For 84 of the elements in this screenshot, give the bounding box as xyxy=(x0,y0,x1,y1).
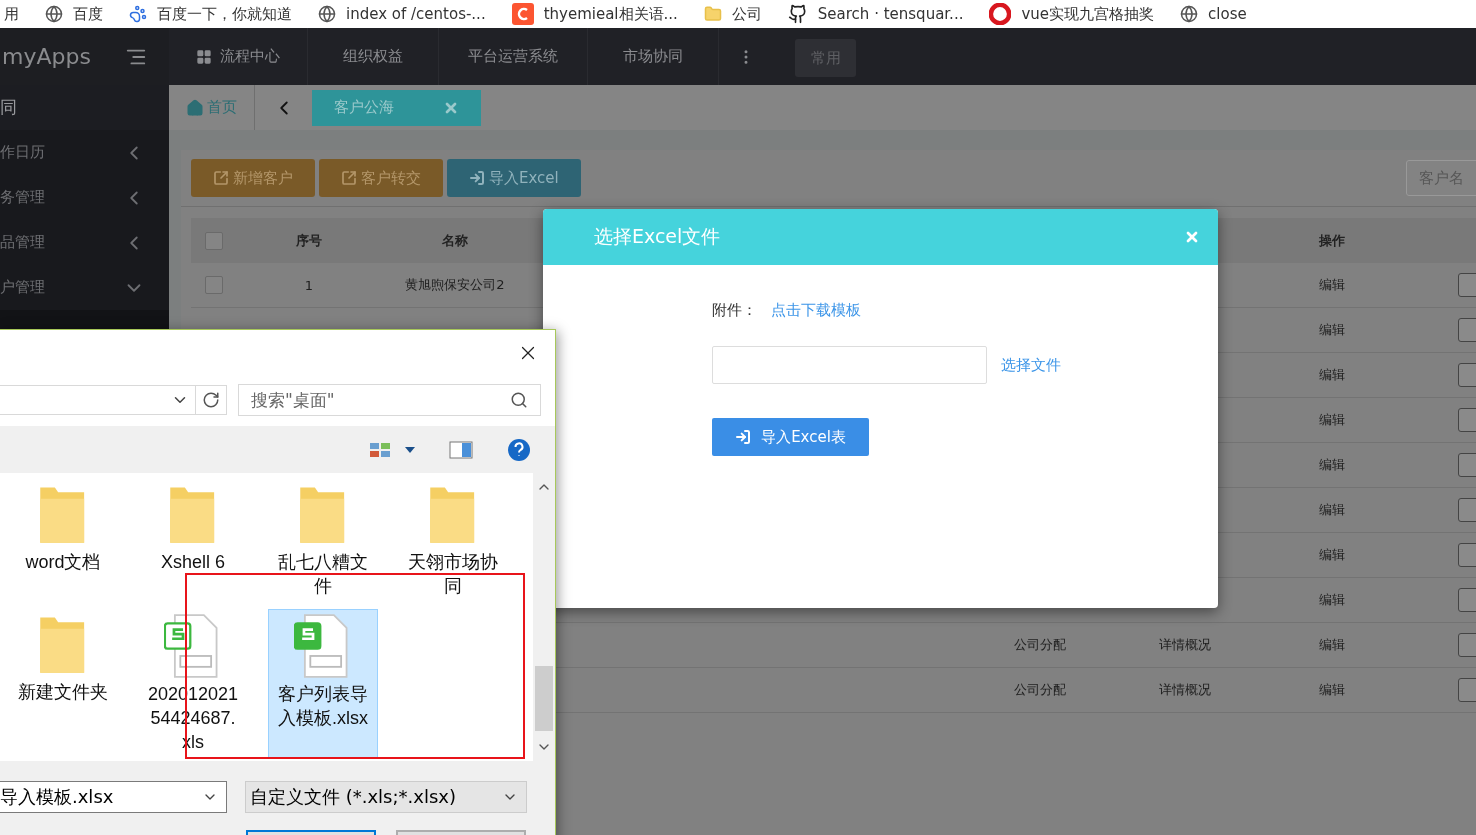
file-item[interactable]: word文档 xyxy=(8,479,118,603)
toolbar-button[interactable]: 新增客户 xyxy=(191,159,315,197)
table-cell: 公司分配 xyxy=(1014,681,1066,699)
sidebar-item[interactable]: 务管理 xyxy=(0,175,169,220)
paw-icon xyxy=(129,5,147,23)
toolbar-button[interactable]: 客户转交 xyxy=(319,159,443,197)
delete-button[interactable] xyxy=(1458,588,1476,612)
column-header: 操作 xyxy=(1319,231,1345,250)
table-cell: 公司分配 xyxy=(1014,636,1066,654)
delete-button[interactable] xyxy=(1458,318,1476,342)
bookmark[interactable]: thyemieal相关语... xyxy=(511,3,678,25)
edit-link[interactable]: 编辑 xyxy=(1319,501,1345,519)
file-item[interactable]: Xshell 6 xyxy=(138,479,248,603)
download-template-link[interactable]: 点击下载模板 xyxy=(771,301,861,320)
file-path-field[interactable] xyxy=(712,346,987,384)
sidebar-item[interactable]: 作日历 xyxy=(0,130,169,175)
edit-link[interactable]: 编辑 xyxy=(1319,321,1345,339)
bookmark[interactable]: 用 xyxy=(4,4,19,24)
address-field[interactable] xyxy=(0,385,227,415)
bookmark[interactable]: close xyxy=(1180,5,1247,23)
file-item[interactable]: 天翎市场协同 xyxy=(398,479,508,603)
globe-icon xyxy=(318,5,336,23)
column-header: 序号 xyxy=(296,231,322,250)
app-logo: myApps xyxy=(2,44,91,69)
bookmark[interactable]: Search · tensquar... xyxy=(787,4,964,24)
sidebar-item[interactable]: 品管理 xyxy=(0,220,169,265)
delete-button[interactable] xyxy=(1458,543,1476,567)
delete-button[interactable] xyxy=(1458,453,1476,477)
delete-button[interactable] xyxy=(1458,363,1476,387)
globe-icon xyxy=(1180,5,1199,23)
dropdown-caret-icon[interactable] xyxy=(405,446,415,453)
edit-link[interactable]: 编辑 xyxy=(1319,546,1345,564)
refresh-icon[interactable] xyxy=(202,391,220,409)
table-cell: 详情概况 xyxy=(1159,636,1211,654)
edit-link[interactable]: 编辑 xyxy=(1319,636,1345,654)
share-icon xyxy=(213,170,229,186)
sign-in-icon xyxy=(469,170,485,186)
grid-icon xyxy=(196,48,212,65)
search-icon[interactable] xyxy=(510,391,528,409)
home-icon xyxy=(186,98,204,117)
checkbox[interactable] xyxy=(205,231,223,250)
file-item[interactable]: 客户列表导入模板.xlsx xyxy=(268,609,378,759)
help-icon[interactable] xyxy=(507,437,531,462)
checkbox[interactable] xyxy=(205,276,223,294)
table-cell: 1 xyxy=(304,277,314,293)
bookmark[interactable]: index of /centos-... xyxy=(318,5,486,23)
bookmark[interactable]: 百度一下，你就知道 xyxy=(129,4,292,24)
edit-link[interactable]: 编辑 xyxy=(1319,411,1345,429)
sidebar-item[interactable]: 户管理 xyxy=(0,265,169,310)
toolbar-button[interactable]: 导入Excel xyxy=(447,159,581,197)
column-header: 名称 xyxy=(442,231,468,250)
preview-pane-icon[interactable] xyxy=(449,440,473,459)
sign-in-icon xyxy=(735,429,752,445)
github-icon xyxy=(787,4,808,24)
bookmark[interactable]: vue实现九宫格抽奖 xyxy=(989,3,1155,25)
edit-link[interactable]: 编辑 xyxy=(1319,681,1345,699)
share-icon xyxy=(341,170,357,186)
file-type-dropdown[interactable]: 自定义文件 (*.xls;*.xlsx) xyxy=(245,781,527,813)
modal-title: 选择Excel文件 xyxy=(594,224,721,249)
table-cell: 黄旭煦保安公司2 xyxy=(405,276,505,294)
edit-link[interactable]: 编辑 xyxy=(1319,591,1345,609)
view-icon[interactable] xyxy=(369,441,391,458)
delete-button[interactable] xyxy=(1458,408,1476,432)
edit-link[interactable]: 编辑 xyxy=(1319,276,1345,294)
edit-link[interactable]: 编辑 xyxy=(1319,456,1345,474)
file-item[interactable]: 新建文件夹 xyxy=(8,609,118,759)
globe-icon xyxy=(45,5,63,23)
delete-button[interactable] xyxy=(1458,498,1476,522)
choose-file-link[interactable]: 选择文件 xyxy=(1001,355,1061,375)
file-item[interactable]: 乱七八糟文件 xyxy=(268,479,378,603)
c-letter-icon xyxy=(511,3,534,25)
folder-icon xyxy=(703,5,722,23)
delete-button[interactable] xyxy=(1458,678,1476,702)
attachment-label: 附件： xyxy=(712,301,757,320)
edit-link[interactable]: 编辑 xyxy=(1319,366,1345,384)
scrollbar-thumb[interactable] xyxy=(535,666,553,731)
file-name-field[interactable]: 导入模板.xlsx xyxy=(0,781,227,813)
bookmark[interactable]: 公司 xyxy=(703,4,762,24)
bookmark[interactable]: 百度 xyxy=(45,4,103,24)
delete-button[interactable] xyxy=(1458,633,1476,657)
table-cell: 详情概况 xyxy=(1159,681,1211,699)
import-button[interactable]: 导入Excel表 xyxy=(712,418,869,456)
sidebar-title: 同 xyxy=(0,85,169,130)
delete-button[interactable] xyxy=(1458,273,1476,297)
